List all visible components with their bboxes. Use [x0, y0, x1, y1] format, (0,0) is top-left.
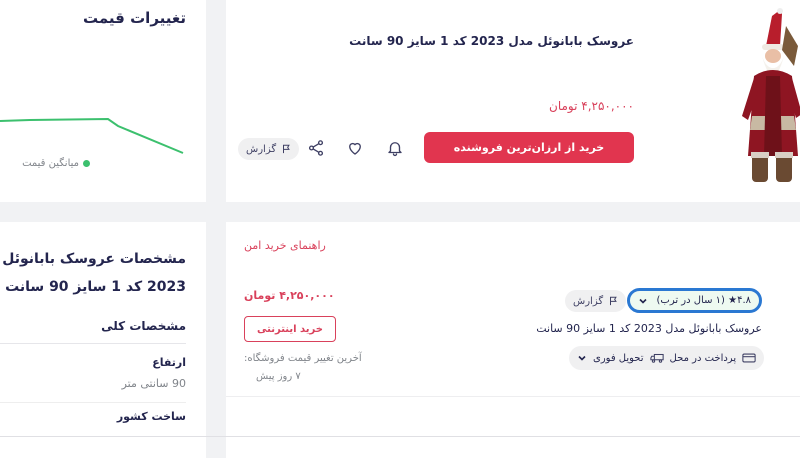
price-chart	[0, 117, 184, 154]
spec-height-value: 90 سانتی متر	[121, 377, 186, 390]
chart-legend: میانگین قیمت	[22, 158, 90, 169]
last-price-change-value: ۷ روز پیش	[256, 371, 301, 382]
legend-dot-icon	[83, 160, 90, 167]
flag-icon	[283, 144, 290, 154]
report-label: گزارش	[246, 143, 277, 155]
product-image[interactable]	[736, 6, 800, 186]
chevron-down-icon	[578, 355, 586, 361]
spec-height-label: ارتفاع	[152, 356, 186, 369]
divider	[0, 436, 800, 437]
price-changes-card: تغییرات قیمت میانگین قیمت	[0, 0, 206, 202]
share-icon	[308, 140, 324, 156]
delivery-options-dropdown[interactable]: تحویل فوری پرداخت در محل	[569, 346, 765, 370]
safe-purchase-guide-link[interactable]: راهنمای خرید امن	[244, 239, 326, 252]
heart-icon	[349, 142, 361, 155]
spec-country-label: ساخت کشور	[116, 410, 186, 423]
buy-from-cheapest-button[interactable]: خرید از ارزان‌ترین فروشنده	[424, 132, 634, 163]
cash-on-delivery-label: پرداخت در محل	[669, 352, 737, 364]
report-label: گزارش	[573, 295, 604, 307]
truck-icon	[649, 353, 664, 363]
report-button[interactable]: گزارش	[238, 138, 300, 160]
price-changes-title: تغییرات قیمت	[83, 9, 186, 27]
product-card: عروسک بابانوئل مدل 2023 کد 1 سایز 90 سان…	[226, 0, 800, 202]
seller-price: ۴,۲۵۰,۰۰۰ تومان	[244, 289, 335, 302]
average-price-line	[0, 117, 184, 154]
divider	[0, 402, 186, 403]
divider	[226, 396, 800, 397]
payment-card-icon	[742, 353, 756, 363]
flag-icon	[610, 296, 617, 306]
instant-delivery-label: تحویل فوری	[593, 352, 644, 364]
product-price: ۴,۲۵۰,۰۰۰ تومان	[549, 99, 634, 113]
chevron-down-icon	[639, 298, 647, 304]
legend-label: میانگین قیمت	[22, 158, 79, 169]
general-specs-heading: مشخصات کلی	[101, 319, 186, 333]
share-button[interactable]	[304, 136, 328, 160]
seller-offer-card: راهنمای خرید امن ۴,۲۵۰,۰۰۰ تومان خرید ای…	[226, 222, 800, 458]
buy-online-button[interactable]: خرید اینترنتی	[244, 316, 336, 342]
seller-rating-dropdown[interactable]: ۴.۸★ (۱ سال در ترب)	[627, 288, 762, 313]
divider	[0, 343, 186, 344]
report-seller-button[interactable]: گزارش	[565, 290, 627, 312]
seller-rating: ۴.۸★ (۱ سال در ترب)	[656, 295, 751, 306]
bell-icon	[388, 142, 402, 157]
last-price-change-label: آخرین تغییر قیمت فروشگاه:	[244, 353, 362, 364]
seller-product-name: عروسک بابانوئل مدل 2023 کد 1 سایز 90 سان…	[536, 322, 762, 335]
specifications-title: مشخصات عروسک بابانوئل مدل 2023 کد 1 سایز…	[0, 251, 186, 295]
specifications-card: مشخصات عروسک بابانوئل مدل 2023 کد 1 سایز…	[0, 222, 206, 458]
product-title: عروسک بابانوئل مدل 2023 کد 1 سایز 90 سان…	[349, 34, 634, 48]
notify-button[interactable]	[383, 136, 407, 160]
favorite-button[interactable]	[343, 136, 367, 160]
